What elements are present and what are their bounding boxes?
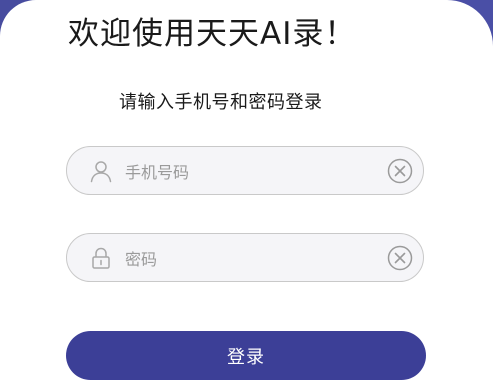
phone-input-placeholder[interactable]: 手机号码 (125, 159, 189, 183)
login-instructions: 请输入手机号和密码登录 (119, 92, 323, 113)
login-card: 欢迎使用天天AI录！ 请输入手机号和密码登录 手机号码 密码 登录 (0, 0, 493, 391)
lock-icon (89, 246, 113, 270)
login-button[interactable]: 登录 (66, 331, 426, 380)
clear-icon[interactable] (387, 245, 413, 271)
welcome-title: 欢迎使用天天AI录！ (68, 16, 357, 52)
phone-field[interactable]: 手机号码 (66, 146, 424, 195)
password-input-placeholder[interactable]: 密码 (125, 246, 157, 270)
password-field[interactable]: 密码 (66, 233, 424, 282)
user-icon (89, 159, 113, 183)
clear-icon[interactable] (387, 158, 413, 184)
